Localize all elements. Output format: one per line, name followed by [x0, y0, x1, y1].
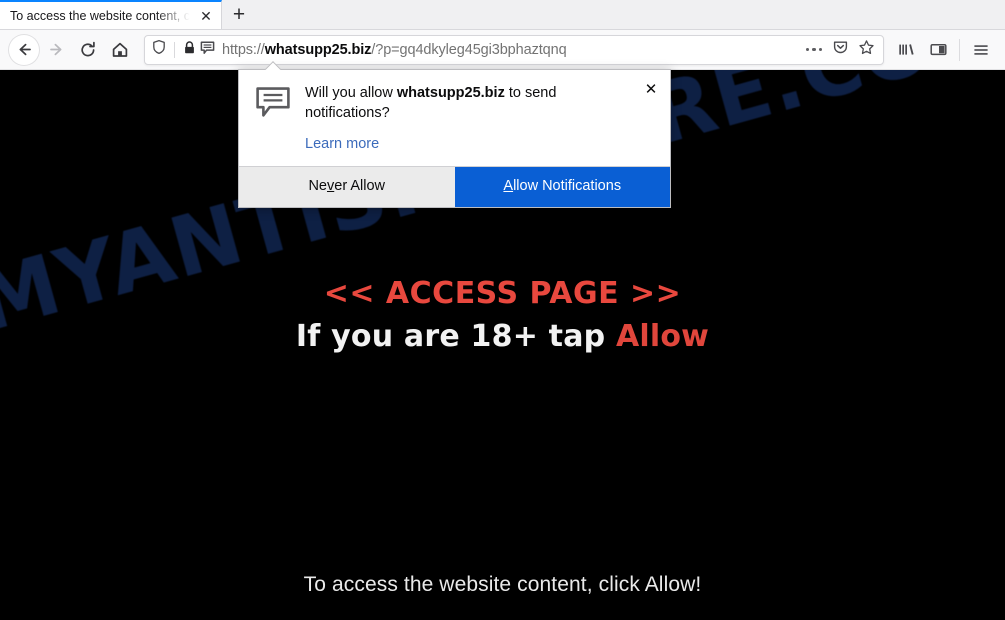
popup-message: Will you allow whatsupp25.biz to send no… [305, 84, 632, 124]
allow-suffix: llow Notifications [513, 178, 622, 195]
url-path: /?p=gq4dkyleg45gi3bphaztqnq [371, 41, 567, 58]
sidebar-button[interactable] [922, 34, 954, 66]
back-button[interactable] [8, 33, 40, 66]
toolbar-right [890, 34, 997, 66]
identity-box[interactable] [151, 39, 216, 61]
reload-icon [79, 41, 97, 59]
bottom-instruction: To access the website content, click All… [303, 573, 702, 596]
popup-close-icon[interactable]: ✕ [641, 79, 661, 99]
pocket-icon [832, 39, 849, 61]
popup-arrow [265, 61, 281, 70]
popup-message-prefix: Will you allow [305, 85, 397, 101]
notification-permission-popup: Will you allow whatsupp25.biz to send no… [238, 69, 671, 208]
popup-button-row: Ne v er Allow Allow Notifications [239, 165, 670, 207]
allow-accesskey: A [503, 178, 514, 195]
learn-more-link[interactable]: Learn more [305, 136, 379, 152]
url-host: whatsupp25.biz [264, 41, 372, 58]
lock-icon[interactable] [182, 40, 197, 60]
page-actions-button[interactable] [801, 37, 827, 63]
toolbar-divider [959, 38, 960, 61]
ellipsis-icon [805, 47, 823, 52]
browser-window: To access the website content, click All… [0, 0, 1005, 620]
url-scheme: https:// [222, 41, 265, 58]
app-menu-button[interactable] [965, 34, 997, 66]
notification-permission-icon[interactable] [199, 39, 216, 61]
forward-button [40, 34, 72, 66]
never-allow-prefix: Ne [308, 178, 327, 195]
tab-close-icon[interactable]: ✕ [197, 7, 215, 25]
identity-divider [174, 41, 175, 58]
age-gate-accent: Allow [615, 319, 710, 354]
new-tab-button[interactable]: + [222, 0, 256, 29]
navigation-toolbar: https://whatsupp25.biz/?p=gq4dkyleg45gi3… [0, 30, 1005, 70]
url-bar[interactable]: https://whatsupp25.biz/?p=gq4dkyleg45gi3… [144, 34, 884, 65]
hamburger-menu-icon [972, 42, 990, 58]
reload-button[interactable] [72, 34, 104, 66]
back-icon [16, 41, 33, 58]
browser-tab[interactable]: To access the website content, click All… [0, 0, 222, 29]
library-button[interactable] [890, 34, 922, 66]
popup-speech-bubble-icon [255, 84, 291, 153]
never-allow-suffix: er Allow [334, 178, 386, 195]
allow-notifications-button[interactable]: Allow Notifications [454, 166, 670, 207]
home-button[interactable] [104, 34, 136, 66]
popup-body: Will you allow whatsupp25.biz to send no… [239, 70, 670, 166]
home-icon [111, 41, 129, 59]
library-icon [897, 41, 916, 58]
popup-message-host: whatsupp25.biz [396, 85, 505, 101]
age-gate-text: If you are 18+ tap [295, 319, 616, 354]
access-page-heading: << ACCESS PAGE >> [323, 276, 682, 311]
never-allow-accesskey: v [327, 178, 335, 195]
shield-icon[interactable] [151, 39, 167, 60]
pocket-button[interactable] [827, 37, 853, 63]
popup-content: Will you allow whatsupp25.biz to send no… [305, 84, 656, 153]
forward-icon [48, 41, 65, 58]
never-allow-button[interactable]: Ne v er Allow [239, 166, 455, 207]
age-gate-heading: If you are 18+ tap Allow [0, 319, 1005, 354]
tab-title: To access the website content, click All… [10, 8, 197, 23]
bookmark-button[interactable] [853, 37, 879, 63]
star-icon [858, 39, 875, 61]
tab-strip: To access the website content, click All… [0, 0, 1005, 30]
url-text[interactable]: https://whatsupp25.biz/?p=gq4dkyleg45gi3… [222, 42, 801, 58]
sidebar-icon [929, 41, 948, 58]
